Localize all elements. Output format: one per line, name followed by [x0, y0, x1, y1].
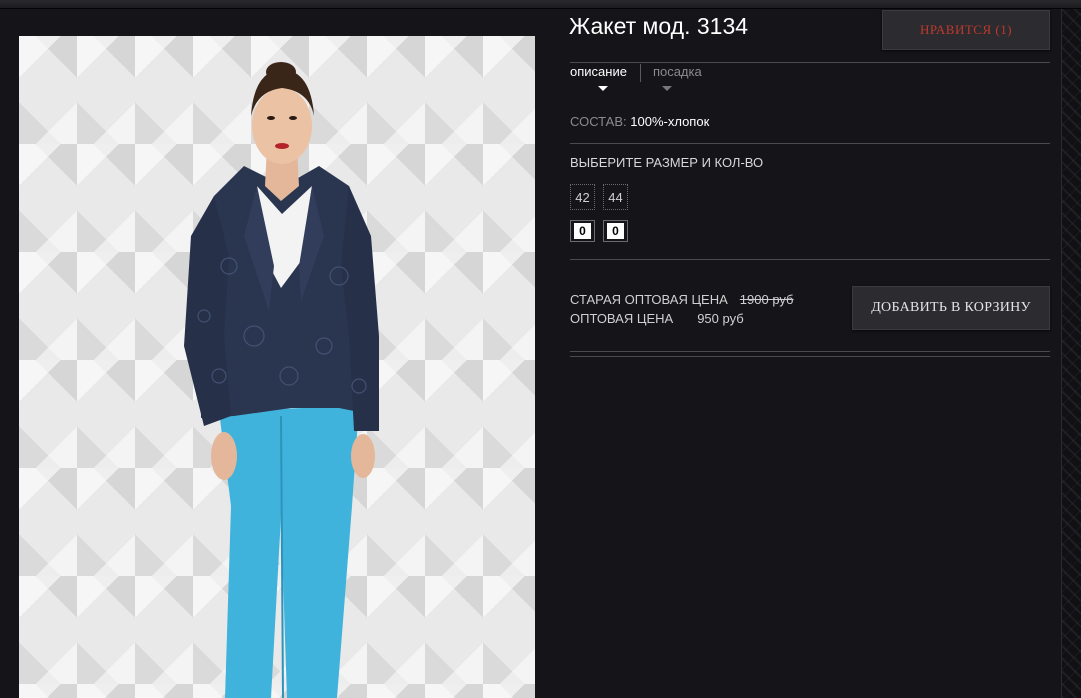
caret-down-icon [661, 86, 672, 91]
old-price-label: СТАРАЯ ОПТОВАЯ ЦЕНА [570, 292, 728, 307]
divider [570, 62, 1050, 63]
quantity-input-42[interactable] [574, 223, 591, 239]
divider [570, 259, 1050, 260]
tab-description-label: описание [570, 64, 627, 79]
size-option-42[interactable]: 42 [570, 184, 595, 210]
product-tabs: описание посадка [570, 64, 715, 94]
top-bar [0, 0, 1081, 9]
caret-down-icon [598, 86, 608, 91]
quantity-box-42 [570, 220, 595, 242]
divider [570, 143, 1050, 144]
composition: СОСТАВ: 100%-хлопок [570, 114, 709, 129]
wholesale-price: ОПТОВАЯ ЦЕНА 950 руб [570, 311, 744, 326]
product-title: Жакет мод. 3134 [569, 13, 749, 39]
composition-label: СОСТАВ: [570, 114, 627, 129]
composition-value: 100%-хлопок [630, 114, 710, 129]
divider [570, 351, 1050, 352]
price-value: 950 руб [697, 311, 744, 326]
tab-fit-label: посадка [652, 64, 702, 79]
old-wholesale-price: СТАРАЯ ОПТОВАЯ ЦЕНА 1900 руб [570, 292, 794, 307]
size-option-44[interactable]: 44 [603, 184, 628, 210]
tab-fit[interactable]: посадка [639, 64, 715, 91]
add-to-cart-button[interactable]: ДОБАВИТЬ В КОРЗИНУ [852, 286, 1050, 330]
divider [570, 356, 1050, 357]
like-button[interactable]: НРАВИТСЯ (1) [882, 10, 1050, 50]
product-photo[interactable] [19, 36, 535, 698]
quantity-box-44 [603, 220, 628, 242]
quantity-input-44[interactable] [607, 223, 624, 239]
tab-description[interactable]: описание [570, 64, 640, 91]
old-price-value: 1900 руб [739, 292, 794, 307]
decorative-side-border [1061, 9, 1081, 698]
model-illustration [184, 62, 379, 698]
size-heading: ВЫБЕРИТЕ РАЗМЕР И КОЛ-ВО [570, 155, 764, 170]
price-label: ОПТОВАЯ ЦЕНА [570, 311, 674, 326]
